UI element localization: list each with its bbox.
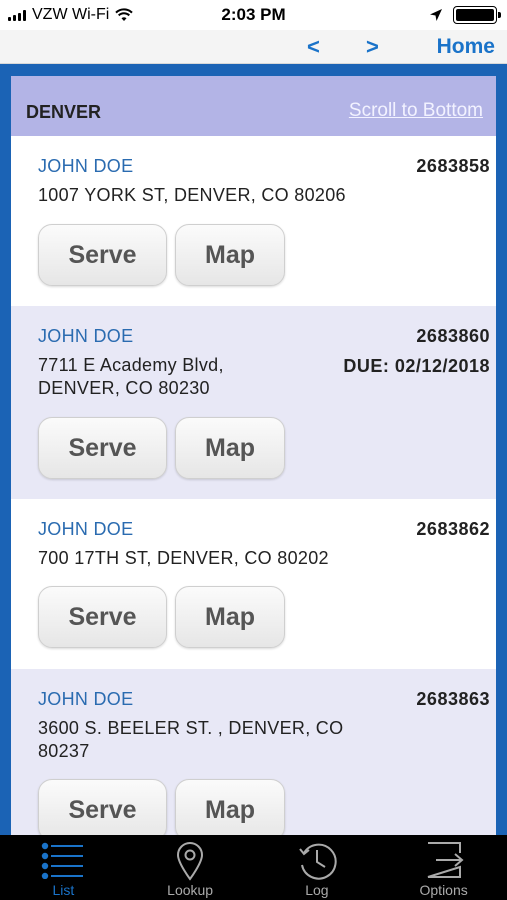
- group-title: DENVER: [26, 102, 102, 122]
- record-card: JOHN DOE 2683860 DUE: 02/12/2018 7711 E …: [11, 306, 496, 499]
- serve-button[interactable]: Serve: [38, 586, 167, 648]
- previous-button[interactable]: <: [307, 34, 320, 60]
- content-frame: DENVER Scroll to Bottom JOHN DOE 2683858…: [0, 64, 507, 835]
- clock-history-icon: [299, 843, 337, 880]
- record-name[interactable]: JOHN DOE: [38, 689, 133, 710]
- record-name[interactable]: JOHN DOE: [38, 326, 133, 347]
- scroll-to-bottom-link[interactable]: Scroll to Bottom: [349, 100, 483, 122]
- map-button[interactable]: Map: [175, 586, 285, 648]
- status-bar: VZW Wi-Fi 2:03 PM: [0, 0, 507, 30]
- battery-icon: [453, 6, 501, 24]
- status-right: [429, 6, 501, 24]
- address-line: 80237: [38, 741, 90, 761]
- group-header: DENVER Scroll to Bottom: [11, 76, 496, 136]
- address-line: 3600 S. BEELER ST. , DENVER, CO: [38, 718, 344, 738]
- record-due-date: DUE: 02/12/2018: [343, 356, 490, 376]
- record-address: 7711 E Academy Blvd, DENVER, CO 80230: [38, 354, 224, 400]
- tab-log[interactable]: Log: [254, 835, 381, 900]
- record-number: 2683862: [416, 519, 490, 539]
- map-button[interactable]: Map: [175, 417, 285, 479]
- tab-label: Lookup: [167, 882, 214, 898]
- serve-button[interactable]: Serve: [38, 224, 167, 286]
- tab-label: Options: [419, 882, 468, 898]
- map-button[interactable]: Map: [175, 224, 285, 286]
- record-card: JOHN DOE 2683863 3600 S. BEELER ST. , DE…: [11, 669, 496, 835]
- record-card: JOHN DOE 2683858 1007 YORK ST, DENVER, C…: [11, 136, 496, 306]
- address-line: 7711 E Academy Blvd,: [38, 355, 224, 375]
- tab-label: Log: [305, 882, 329, 898]
- record-number: 2683863: [416, 689, 490, 709]
- address-line: 700 17TH ST, DENVER, CO 80202: [38, 548, 329, 568]
- serve-button[interactable]: Serve: [38, 779, 167, 835]
- record-list[interactable]: DENVER Scroll to Bottom JOHN DOE 2683858…: [11, 76, 496, 835]
- nav-bar: < > Home: [0, 30, 507, 64]
- record-address: 3600 S. BEELER ST. , DENVER, CO 80237: [38, 717, 343, 763]
- map-button[interactable]: Map: [175, 779, 285, 835]
- exit-icon: [427, 842, 464, 878]
- record-name[interactable]: JOHN DOE: [38, 519, 133, 540]
- serve-button[interactable]: Serve: [38, 417, 167, 479]
- list-icon: [42, 842, 84, 879]
- tab-list[interactable]: List: [0, 835, 127, 900]
- record-name[interactable]: JOHN DOE: [38, 156, 133, 177]
- record-card: JOHN DOE 2683862 700 17TH ST, DENVER, CO…: [11, 499, 496, 669]
- next-button[interactable]: >: [366, 34, 379, 60]
- record-number: 2683860: [416, 326, 490, 346]
- address-line: DENVER, CO 80230: [38, 378, 210, 398]
- location-arrow-icon: [430, 9, 442, 21]
- record-address: 1007 YORK ST, DENVER, CO 80206: [38, 184, 346, 207]
- tab-options[interactable]: Options: [380, 835, 507, 900]
- record-number: 2683858: [416, 156, 490, 176]
- tab-bar: List Lookup Log Options: [0, 835, 507, 900]
- address-line: 1007 YORK ST, DENVER, CO 80206: [38, 185, 346, 205]
- home-button[interactable]: Home: [437, 35, 495, 59]
- record-address: 700 17TH ST, DENVER, CO 80202: [38, 547, 329, 570]
- tab-lookup[interactable]: Lookup: [127, 835, 254, 900]
- location-pin-icon: [177, 842, 204, 881]
- tab-label: List: [52, 882, 75, 898]
